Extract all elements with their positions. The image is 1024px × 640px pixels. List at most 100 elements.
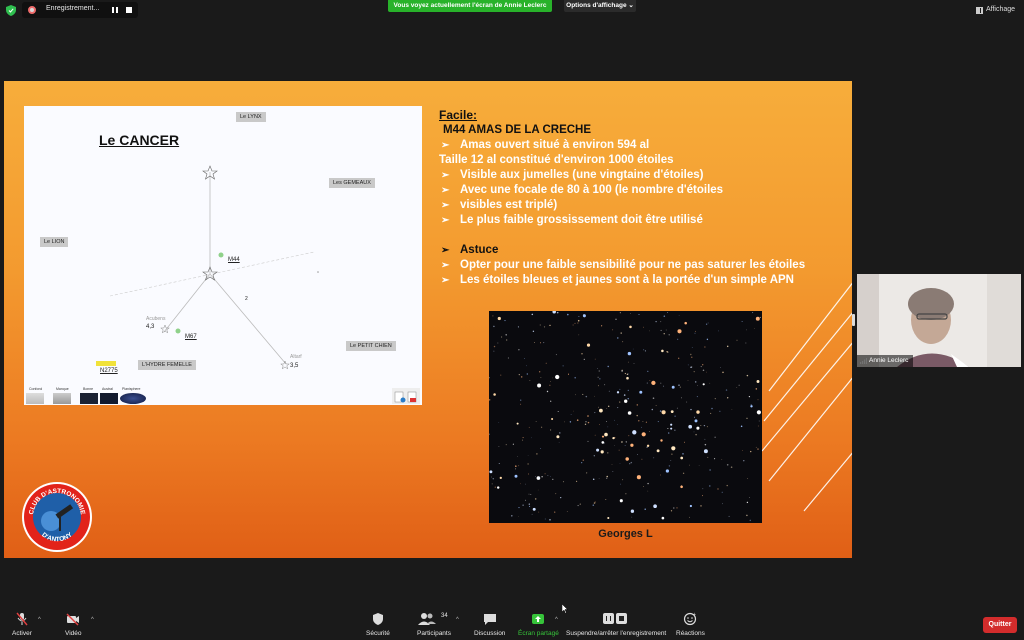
m67-label: M67: [185, 334, 197, 340]
photo-caption: Georges L: [598, 528, 653, 540]
star-point: [527, 473, 529, 475]
star-point: [575, 394, 576, 396]
constellation-lines: [109, 165, 319, 370]
star-point: [748, 395, 751, 398]
star-point: [550, 476, 551, 477]
star-point: [643, 349, 645, 351]
region-petit-chien-label: Le PETIT CHIEN: [346, 341, 396, 351]
star-point: [725, 389, 728, 391]
chevron-up-icon[interactable]: ^: [456, 617, 459, 623]
star-point: [606, 475, 608, 478]
participants-count: 34: [441, 613, 448, 619]
star-point: [647, 490, 649, 492]
view-options-button[interactable]: Options d'affichage ⌄: [564, 0, 636, 12]
star-point: [625, 457, 629, 461]
chevron-up-icon[interactable]: ^: [91, 617, 94, 623]
star-point: [757, 448, 759, 450]
view-button[interactable]: Affichage: [976, 4, 1015, 16]
star-point: [516, 422, 519, 425]
star-point: [694, 419, 698, 423]
mute-button[interactable]: Activer: [12, 612, 32, 637]
star-point: [665, 469, 670, 473]
star-point: [651, 408, 654, 411]
quit-meeting-button[interactable]: Quitter: [983, 617, 1017, 633]
star-point: [549, 324, 551, 327]
star-point: [592, 478, 595, 481]
star-point: [671, 385, 675, 389]
star-point: [707, 322, 709, 324]
star-point: [643, 485, 645, 487]
star-point: [684, 321, 687, 325]
participant-video[interactable]: Annie Leclerc: [857, 274, 1021, 367]
participants-button[interactable]: 34 Participants: [417, 612, 451, 637]
thumbnail-image: [53, 393, 71, 404]
star-point: [659, 410, 662, 412]
star-point: [626, 376, 629, 380]
star-point: [550, 429, 552, 431]
star-point: [555, 493, 557, 495]
region-lion-label: Le LION: [40, 237, 69, 247]
recording-control-button[interactable]: Suspendre/arrêter l'enregistrement: [566, 612, 666, 637]
star-point: [578, 334, 580, 336]
star-point: [520, 483, 521, 485]
star-point: [749, 519, 752, 522]
video-button[interactable]: Vidéo: [65, 612, 82, 637]
star-point: [665, 329, 667, 331]
altarf-magnitude: 3,5: [290, 363, 299, 369]
star-point: [759, 316, 761, 319]
chat-button[interactable]: Discussion: [474, 612, 505, 637]
chevron-up-icon[interactable]: ^: [38, 617, 41, 623]
star-point: [636, 414, 638, 417]
star-point: [757, 425, 759, 427]
star-point: [531, 513, 533, 515]
star-point: [594, 501, 596, 503]
star-point: [496, 486, 500, 489]
star-point: [638, 313, 640, 316]
star-point: [630, 443, 634, 447]
star-point: [598, 370, 600, 372]
shield-icon[interactable]: [6, 5, 16, 16]
star-point: [567, 373, 570, 375]
star-point: [532, 330, 535, 332]
star-point: [703, 449, 708, 454]
star-point: [498, 463, 500, 465]
star-point: [655, 320, 657, 323]
star-point: [627, 398, 629, 400]
reactions-button[interactable]: + Réactions: [676, 612, 705, 637]
star-point: [531, 313, 534, 316]
view-options-label: Options d'affichage: [566, 2, 627, 9]
star-point: [668, 465, 671, 467]
map-title: Le CANCER: [99, 132, 180, 148]
star-point: [611, 464, 613, 466]
security-button[interactable]: Sécurité: [366, 612, 390, 637]
star-point: [593, 455, 595, 457]
mute-label: Activer: [12, 630, 32, 637]
star-point: [500, 374, 502, 376]
star-point: [722, 371, 724, 374]
star-point: [752, 312, 754, 314]
star-point: [754, 328, 755, 329]
star-point: [646, 446, 648, 448]
chevron-up-icon[interactable]: ^: [555, 617, 558, 623]
video-panel-resize-handle[interactable]: [852, 314, 855, 326]
star-point: [714, 397, 716, 400]
star-point: [694, 381, 697, 383]
star-point: [520, 399, 522, 401]
star-point: [617, 424, 619, 425]
pause-recording-icon[interactable]: [112, 7, 118, 13]
star-point: [714, 458, 716, 460]
star-point: [727, 397, 729, 399]
security-label: Sécurité: [366, 630, 390, 637]
star-point: [660, 321, 662, 323]
star-point: [552, 311, 556, 314]
star-point: [644, 508, 646, 510]
star-point: [671, 453, 673, 455]
star-point: [505, 334, 507, 336]
star-point: [651, 380, 656, 386]
star-point: [501, 336, 503, 338]
star-point: [605, 499, 607, 501]
star-point: [661, 349, 664, 353]
share-screen-button[interactable]: Écran partagé: [518, 612, 559, 637]
stop-recording-icon[interactable]: [126, 7, 132, 13]
bullet-line: Le plus faible grossissement doit être u…: [439, 213, 849, 228]
